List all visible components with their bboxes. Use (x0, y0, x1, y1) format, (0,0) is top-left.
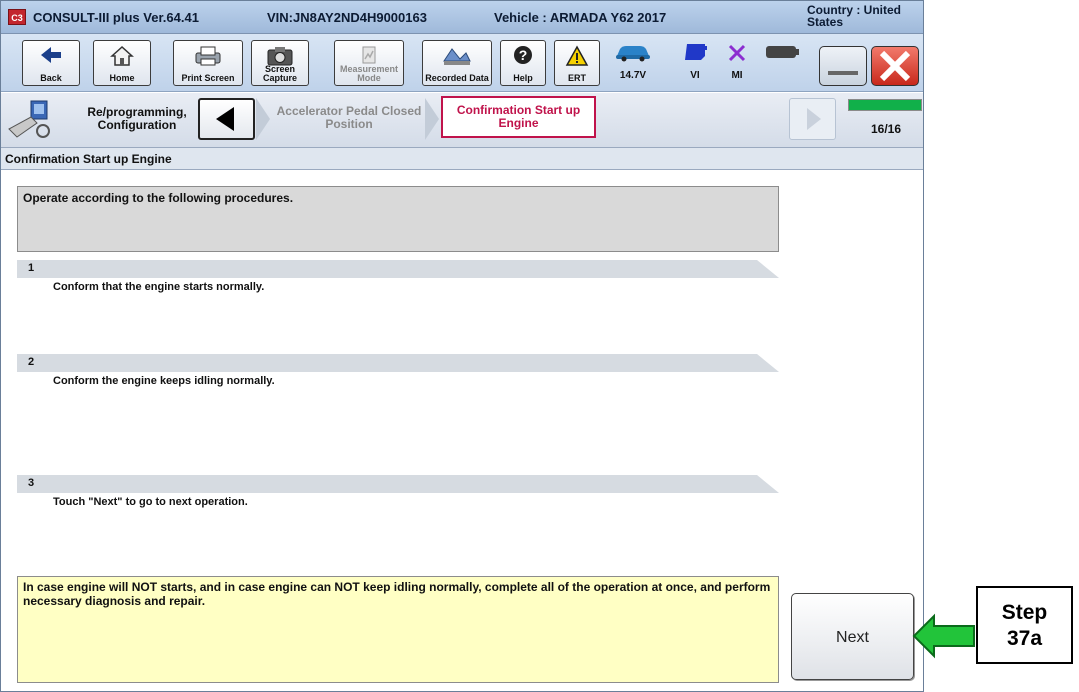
help-button[interactable]: ? Help (500, 40, 546, 86)
status-indicator (764, 42, 804, 62)
section-title: Confirmation Start up Engine (1, 148, 923, 170)
vi-device-icon (685, 44, 707, 60)
step-callout-line1: Step (1001, 601, 1048, 624)
breadcrumb-arrow-2 (425, 98, 439, 140)
step-band (17, 475, 779, 493)
ert-button[interactable]: ERT (554, 40, 600, 86)
content-area: Operate according to the following proce… (1, 173, 923, 691)
back-label: Back (40, 73, 62, 83)
step-number: 1 (28, 262, 35, 274)
warning-triangle-icon (565, 45, 589, 66)
current-step-box: Confirmation Start up Engine (441, 96, 596, 138)
printer-icon (195, 46, 221, 66)
next-step-arrow-button[interactable] (789, 98, 836, 140)
breadcrumb-arrow-1 (256, 98, 270, 140)
reprogramming-icon (8, 100, 50, 138)
step-band (17, 260, 779, 278)
title-bar: C3 CONSULT-III plus Ver.64.41 VIN:JN8AY2… (1, 1, 923, 34)
screen-capture-label: Screen Capture (262, 64, 297, 83)
mi-x-icon (728, 44, 746, 62)
car-icon (616, 46, 650, 62)
previous-step-crumb: Accelerator Pedal Closed Position (276, 104, 422, 131)
next-button[interactable]: Next (791, 593, 914, 680)
vi-indicator: VI (678, 40, 712, 86)
app-name: CONSULT-III plus Ver.64.41 (33, 10, 199, 25)
close-icon (879, 50, 911, 82)
step-callout-box: Step 37a (976, 586, 1073, 664)
help-icon: ? (514, 46, 532, 64)
intro-box: Operate according to the following proce… (17, 186, 779, 252)
screen-capture-button[interactable]: Screen Capture (251, 40, 309, 86)
measurement-mode-label: Measurement Mode (339, 64, 399, 83)
recorded-data-label: Recorded Data (425, 73, 489, 83)
step-header-3: 3 (17, 475, 779, 493)
consult-window: C3 CONSULT-III plus Ver.64.41 VIN:JN8AY2… (0, 0, 924, 692)
measurement-mode-button[interactable]: Measurement Mode (334, 40, 404, 86)
svg-text:?: ? (519, 47, 528, 63)
vehicle-text: Vehicle : ARMADA Y62 2017 (494, 10, 667, 25)
step-navigation: Re/programming, Configuration Accelerato… (1, 93, 923, 148)
status-block-icon (766, 46, 799, 58)
minimize-button[interactable] (819, 46, 867, 86)
section-crumb: Re/programming, Configuration (87, 105, 187, 132)
print-screen-label: Print Screen (181, 73, 235, 83)
voltage-label: 14.7V (619, 70, 647, 81)
step-text-3: Touch "Next" to go to next operation. (53, 496, 248, 508)
progress-bar (848, 99, 922, 111)
mi-indicator: MI (722, 40, 752, 86)
left-arrow-icon (216, 107, 234, 131)
home-label: Home (109, 73, 135, 83)
home-button[interactable]: Home (93, 40, 151, 86)
recorded-data-icon (443, 48, 471, 65)
mi-label: MI (731, 70, 743, 81)
close-button[interactable] (871, 46, 919, 86)
vi-label: VI (690, 70, 700, 81)
help-label: Help (513, 73, 533, 83)
back-arrow-icon (41, 47, 61, 63)
minimize-icon (828, 71, 858, 75)
progress-fill (849, 100, 921, 110)
step-callout-line2: 37a (1006, 627, 1043, 650)
warning-box: In case engine will NOT starts, and in c… (17, 576, 779, 683)
battery-voltage-indicator: 14.7V (608, 40, 658, 86)
toolbar: Back Home Print Screen Screen Capture Me… (1, 34, 923, 92)
ert-label: ERT (568, 73, 586, 83)
current-step-crumb: Confirmation Start up Engine (456, 103, 581, 130)
step-header-1: 1 (17, 260, 779, 278)
step-text-2: Conform the engine keeps idling normally… (53, 375, 275, 387)
step-band (17, 354, 779, 372)
step-header-2: 2 (17, 354, 779, 372)
recorded-data-button[interactable]: Recorded Data (422, 40, 492, 86)
vin-text: VIN:JN8AY2ND4H9000163 (267, 10, 427, 25)
back-button[interactable]: Back (22, 40, 80, 86)
previous-step-button[interactable] (198, 98, 255, 140)
step-text-1: Conform that the engine starts normally. (53, 281, 265, 293)
progress-text: 16/16 (871, 122, 902, 136)
country-text: Country : United States (807, 3, 901, 29)
step-number: 2 (28, 356, 35, 368)
right-arrow-icon (807, 108, 821, 130)
home-icon (110, 45, 134, 66)
app-logo: C3 (8, 9, 26, 25)
green-arrow-icon (912, 613, 975, 659)
step-number: 3 (28, 477, 35, 489)
print-screen-button[interactable]: Print Screen (173, 40, 243, 86)
